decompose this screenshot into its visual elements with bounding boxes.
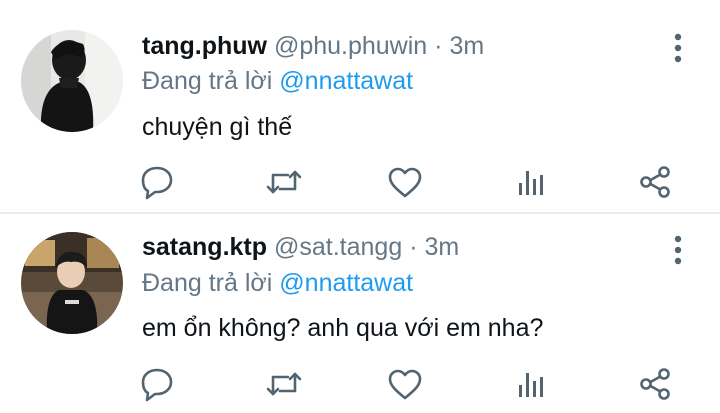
reply-button[interactable] bbox=[137, 364, 177, 404]
like-button[interactable] bbox=[385, 364, 425, 404]
timestamp[interactable]: 3m bbox=[449, 32, 484, 60]
display-name[interactable]: satang.ktp bbox=[142, 233, 267, 261]
share-button[interactable] bbox=[635, 364, 675, 404]
user-handle[interactable]: @sat.tangg bbox=[274, 233, 402, 261]
more-vertical-icon bbox=[674, 33, 682, 63]
retweet-button[interactable] bbox=[264, 162, 304, 202]
tweet-reply[interactable]: satang.ktp @sat.tangg · 3m Đang trả lời … bbox=[0, 214, 720, 413]
stats-icon bbox=[519, 373, 543, 397]
reply-context: Đang trả lời @nnattawat bbox=[142, 268, 413, 298]
reply-icon bbox=[141, 166, 173, 200]
user-handle[interactable]: @phu.phuwin bbox=[274, 32, 427, 60]
tweet-header: satang.ktp @sat.tangg · 3m bbox=[142, 232, 459, 262]
retweet-button[interactable] bbox=[264, 364, 304, 404]
reply-mention[interactable]: @nnattawat bbox=[279, 269, 413, 297]
reply-prefix: Đang trả lời bbox=[142, 269, 273, 297]
stats-button[interactable] bbox=[511, 162, 551, 202]
reply-icon bbox=[141, 368, 173, 402]
more-options-button[interactable] bbox=[666, 33, 690, 63]
tweet-reply[interactable]: tang.phuw @phu.phuwin · 3m Đang trả lời … bbox=[0, 0, 720, 212]
share-button[interactable] bbox=[635, 162, 675, 202]
more-options-button[interactable] bbox=[666, 235, 690, 265]
tweet-header: tang.phuw @phu.phuwin · 3m bbox=[142, 31, 484, 61]
like-icon bbox=[388, 167, 422, 198]
retweet-icon bbox=[266, 372, 302, 396]
reply-mention[interactable]: @nnattawat bbox=[279, 67, 413, 95]
display-name[interactable]: tang.phuw bbox=[142, 32, 267, 60]
separator: · bbox=[434, 32, 443, 60]
tweet-text: em ổn không? anh qua với em nha? bbox=[142, 314, 544, 342]
avatar[interactable] bbox=[21, 30, 123, 132]
separator: · bbox=[409, 233, 418, 261]
stats-icon bbox=[519, 171, 543, 195]
reply-context: Đang trả lời @nnattawat bbox=[142, 66, 413, 96]
stats-button[interactable] bbox=[511, 364, 551, 404]
like-button[interactable] bbox=[385, 162, 425, 202]
tweet-text: chuyện gì thế bbox=[142, 113, 293, 141]
like-icon bbox=[388, 369, 422, 400]
share-icon bbox=[640, 368, 670, 400]
more-vertical-icon bbox=[674, 235, 682, 265]
reply-prefix: Đang trả lời bbox=[142, 67, 273, 95]
retweet-icon bbox=[266, 170, 302, 194]
timestamp[interactable]: 3m bbox=[424, 233, 459, 261]
reply-button[interactable] bbox=[137, 162, 177, 202]
share-icon bbox=[640, 166, 670, 198]
avatar[interactable] bbox=[21, 232, 123, 334]
